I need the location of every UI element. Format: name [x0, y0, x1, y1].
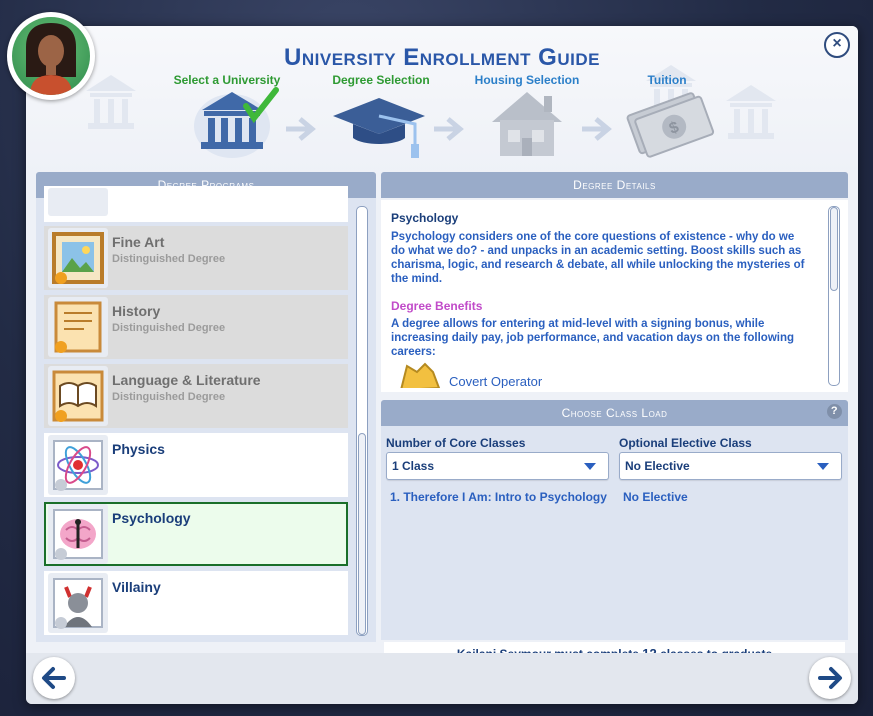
step-arrow-icon	[582, 117, 612, 141]
career-name: Covert Operator	[449, 374, 543, 388]
degree-item-villainy[interactable]: Villainy	[44, 571, 348, 635]
degree-name: History	[112, 303, 161, 319]
bottom-nav-bar	[26, 653, 858, 704]
degree-item-fine-art[interactable]: Fine Art Distinguished Degree	[44, 226, 348, 290]
university-building-icon	[194, 87, 279, 158]
enrollment-header: University Enrollment Guide × Select a U…	[26, 26, 858, 176]
arrow-left-icon	[42, 667, 66, 689]
degree-item-language-literature[interactable]: Language & Literature Distinguished Degr…	[44, 364, 348, 428]
next-button[interactable]	[809, 657, 851, 699]
degree-item-history[interactable]: History Distinguished Degree	[44, 295, 348, 359]
details-scrollbar[interactable]	[828, 206, 840, 386]
details-description: Psychology considers one of the core que…	[391, 231, 805, 285]
step-arrow-icon	[286, 117, 316, 141]
core-classes-value: 1 Class	[392, 459, 435, 473]
class-load-panel: Number of Core Classes Optional Elective…	[381, 426, 848, 640]
core-classes-label: Number of Core Classes	[386, 436, 526, 450]
degree-subtitle: Distinguished Degree	[112, 253, 226, 265]
core-classes-dropdown[interactable]: 1 Class	[386, 452, 609, 480]
elective-class-dropdown[interactable]: No Elective	[619, 452, 842, 480]
degree-details-panel: Psychology Psychology considers one of t…	[381, 200, 848, 392]
class-load-header: Choose Class Load ?	[381, 400, 848, 426]
degree-item-physics[interactable]: Physics	[44, 433, 348, 497]
programs-scroll-thumb[interactable]	[358, 433, 366, 635]
details-title: Psychology	[391, 211, 459, 225]
chevron-down-icon	[584, 463, 596, 470]
devil-icon	[48, 573, 108, 633]
programs-scrollbar[interactable]	[356, 206, 368, 636]
degree-name: Psychology	[112, 510, 191, 526]
elective-class-value: No Elective	[625, 459, 690, 473]
back-button[interactable]	[33, 657, 75, 699]
benefits-text: A degree allows for entering at mid-leve…	[391, 318, 795, 358]
elective-class-label: Optional Elective Class	[619, 436, 752, 450]
step-arrow-icon	[434, 117, 464, 141]
degree-name: Language & Literature	[112, 372, 261, 388]
house-icon	[492, 92, 562, 156]
degree-programs-list: Fine Art Distinguished Degree History Di…	[36, 186, 376, 642]
degree-details-header: Degree Details	[381, 172, 848, 198]
atom-icon	[48, 435, 108, 495]
page-title: University Enrollment Guide	[284, 44, 600, 71]
career-item: Covert Operator	[395, 360, 815, 388]
help-icon[interactable]: ?	[827, 404, 842, 419]
sim-portrait-icon	[26, 23, 76, 95]
degree-thumbnail	[48, 188, 108, 216]
core-class-item: 1. Therefore I Am: Intro to Psychology	[390, 490, 607, 504]
degree-subtitle: Distinguished Degree	[112, 391, 226, 403]
details-scroll-thumb[interactable]	[830, 207, 838, 291]
career-icon	[400, 362, 441, 388]
sim-portrait	[12, 17, 90, 95]
graduation-cap-icon	[333, 98, 425, 158]
scroll-icon	[48, 297, 108, 357]
class-load-title: Choose Class Load	[561, 406, 668, 420]
chevron-down-icon	[817, 463, 829, 470]
degree-subtitle: Distinguished Degree	[112, 322, 226, 334]
elective-class-item: No Elective	[623, 490, 688, 504]
degree-item-psychology[interactable]: Psychology	[44, 502, 348, 566]
arrow-right-icon	[818, 667, 842, 689]
painting-icon	[48, 228, 108, 288]
brain-icon	[48, 504, 108, 564]
degree-name: Physics	[112, 441, 165, 457]
enrollment-panel: University Enrollment Guide × Select a U…	[26, 26, 858, 704]
close-button[interactable]: ×	[824, 32, 850, 58]
money-icon: $	[626, 92, 715, 158]
avatar[interactable]	[7, 12, 95, 100]
benefits-title: Degree Benefits	[391, 299, 483, 313]
list-item-partial[interactable]	[44, 186, 348, 222]
degree-name: Fine Art	[112, 234, 165, 250]
book-icon	[48, 366, 108, 426]
close-icon: ×	[832, 35, 842, 52]
degree-name: Villainy	[112, 579, 161, 595]
